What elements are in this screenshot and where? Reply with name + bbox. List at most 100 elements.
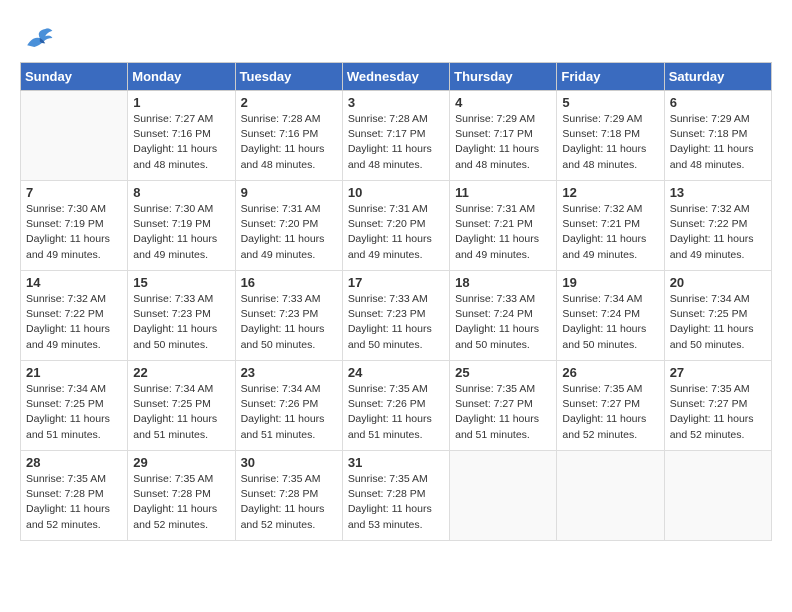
calendar-cell: 14 Sunrise: 7:32 AMSunset: 7:22 PMDayligh…	[21, 271, 128, 361]
calendar-week-row: 14 Sunrise: 7:32 AMSunset: 7:22 PMDayligh…	[21, 271, 772, 361]
day-info: Sunrise: 7:34 AMSunset: 7:26 PMDaylight:…	[241, 382, 337, 443]
day-number: 20	[670, 275, 766, 290]
day-number: 8	[133, 185, 229, 200]
day-number: 9	[241, 185, 337, 200]
day-number: 16	[241, 275, 337, 290]
calendar-cell: 23 Sunrise: 7:34 AMSunset: 7:26 PMDayligh…	[235, 361, 342, 451]
day-info: Sunrise: 7:35 AMSunset: 7:27 PMDaylight:…	[670, 382, 766, 443]
calendar-week-row: 1Sunrise: 7:27 AMSunset: 7:16 PMDaylight…	[21, 91, 772, 181]
day-info: Sunrise: 7:30 AMSunset: 7:19 PMDaylight:…	[133, 202, 229, 263]
day-number: 27	[670, 365, 766, 380]
calendar-cell: 3 Sunrise: 7:28 AMSunset: 7:17 PMDaylight…	[342, 91, 449, 181]
calendar-week-row: 28 Sunrise: 7:35 AMSunset: 7:28 PMDayligh…	[21, 451, 772, 541]
calendar-cell: 20 Sunrise: 7:34 AMSunset: 7:25 PMDayligh…	[664, 271, 771, 361]
day-number: 19	[562, 275, 658, 290]
day-info: Sunrise: 7:29 AMSunset: 7:17 PMDaylight:…	[455, 112, 551, 173]
calendar-cell: 30 Sunrise: 7:35 AMSunset: 7:28 PMDayligh…	[235, 451, 342, 541]
page-header	[20, 20, 772, 56]
calendar-cell: 10 Sunrise: 7:31 AMSunset: 7:20 PMDayligh…	[342, 181, 449, 271]
calendar-cell: 28Sunrise: 7:35 AMSunset: 7:28 PMDayligh…	[21, 451, 128, 541]
day-number: 7	[26, 185, 122, 200]
day-number: 17	[348, 275, 444, 290]
day-info: Sunrise: 7:31 AMSunset: 7:21 PMDaylight:…	[455, 202, 551, 263]
day-info: Sunrise: 7:35 AMSunset: 7:27 PMDaylight:…	[455, 382, 551, 443]
day-number: 12	[562, 185, 658, 200]
day-info: Sunrise: 7:30 AMSunset: 7:19 PMDaylight:…	[26, 202, 122, 263]
day-number: 5	[562, 95, 658, 110]
day-number: 23	[241, 365, 337, 380]
calendar-cell: 17 Sunrise: 7:33 AMSunset: 7:23 PMDayligh…	[342, 271, 449, 361]
calendar-cell: 26 Sunrise: 7:35 AMSunset: 7:27 PMDayligh…	[557, 361, 664, 451]
day-number: 14	[26, 275, 122, 290]
day-number: 24	[348, 365, 444, 380]
day-info: Sunrise: 7:29 AMSunset: 7:18 PMDaylight:…	[562, 112, 658, 173]
calendar-cell: 7 Sunrise: 7:30 AMSunset: 7:19 PMDaylight…	[21, 181, 128, 271]
day-info: Sunrise: 7:33 AMSunset: 7:23 PMDaylight:…	[241, 292, 337, 353]
day-number: 31	[348, 455, 444, 470]
day-info: Sunrise: 7:35 AMSunset: 7:28 PMDaylight:…	[133, 472, 229, 533]
day-number: 10	[348, 185, 444, 200]
calendar-table: SundayMondayTuesdayWednesdayThursdayFrid…	[20, 62, 772, 541]
day-number: 3	[348, 95, 444, 110]
day-number: 26	[562, 365, 658, 380]
day-number: 22	[133, 365, 229, 380]
day-info: Sunrise: 7:34 AMSunset: 7:25 PMDaylight:…	[670, 292, 766, 353]
day-number: 30	[241, 455, 337, 470]
day-number: 28	[26, 455, 122, 470]
day-info: Sunrise: 7:31 AMSunset: 7:20 PMDaylight:…	[348, 202, 444, 263]
day-number: 2	[241, 95, 337, 110]
day-number: 25	[455, 365, 551, 380]
logo-icon	[20, 20, 56, 56]
day-info: Sunrise: 7:35 AMSunset: 7:28 PMDaylight:…	[241, 472, 337, 533]
calendar-cell	[450, 451, 557, 541]
day-number: 15	[133, 275, 229, 290]
calendar-cell	[21, 91, 128, 181]
calendar-cell: 29 Sunrise: 7:35 AMSunset: 7:28 PMDayligh…	[128, 451, 235, 541]
weekday-header-sunday: Sunday	[21, 63, 128, 91]
calendar-cell: 19 Sunrise: 7:34 AMSunset: 7:24 PMDayligh…	[557, 271, 664, 361]
calendar-cell: 18 Sunrise: 7:33 AMSunset: 7:24 PMDayligh…	[450, 271, 557, 361]
day-info: Sunrise: 7:33 AMSunset: 7:23 PMDaylight:…	[348, 292, 444, 353]
calendar-cell: 31 Sunrise: 7:35 AMSunset: 7:28 PMDayligh…	[342, 451, 449, 541]
day-info: Sunrise: 7:35 AMSunset: 7:28 PMDaylight:…	[348, 472, 444, 533]
day-number: 4	[455, 95, 551, 110]
calendar-cell: 15Sunrise: 7:33 AMSunset: 7:23 PMDayligh…	[128, 271, 235, 361]
day-info: Sunrise: 7:29 AMSunset: 7:18 PMDaylight:…	[670, 112, 766, 173]
day-info: Sunrise: 7:34 AMSunset: 7:24 PMDaylight:…	[562, 292, 658, 353]
day-info: Sunrise: 7:32 AMSunset: 7:22 PMDaylight:…	[26, 292, 122, 353]
calendar-cell: 4 Sunrise: 7:29 AMSunset: 7:17 PMDaylight…	[450, 91, 557, 181]
calendar-cell: 2Sunrise: 7:28 AMSunset: 7:16 PMDaylight…	[235, 91, 342, 181]
day-info: Sunrise: 7:32 AMSunset: 7:22 PMDaylight:…	[670, 202, 766, 263]
calendar-cell: 27 Sunrise: 7:35 AMSunset: 7:27 PMDayligh…	[664, 361, 771, 451]
day-info: Sunrise: 7:34 AMSunset: 7:25 PMDaylight:…	[133, 382, 229, 443]
day-number: 29	[133, 455, 229, 470]
day-info: Sunrise: 7:33 AMSunset: 7:24 PMDaylight:…	[455, 292, 551, 353]
day-info: Sunrise: 7:31 AMSunset: 7:20 PMDaylight:…	[241, 202, 337, 263]
day-number: 21	[26, 365, 122, 380]
weekday-header-wednesday: Wednesday	[342, 63, 449, 91]
day-info: Sunrise: 7:35 AMSunset: 7:27 PMDaylight:…	[562, 382, 658, 443]
calendar-week-row: 21 Sunrise: 7:34 AMSunset: 7:25 PMDayligh…	[21, 361, 772, 451]
calendar-cell: 11 Sunrise: 7:31 AMSunset: 7:21 PMDayligh…	[450, 181, 557, 271]
calendar-cell: 22 Sunrise: 7:34 AMSunset: 7:25 PMDayligh…	[128, 361, 235, 451]
day-number: 13	[670, 185, 766, 200]
calendar-cell: 9 Sunrise: 7:31 AMSunset: 7:20 PMDaylight…	[235, 181, 342, 271]
weekday-header-row: SundayMondayTuesdayWednesdayThursdayFrid…	[21, 63, 772, 91]
day-number: 1	[133, 95, 229, 110]
weekday-header-saturday: Saturday	[664, 63, 771, 91]
calendar-cell: 21 Sunrise: 7:34 AMSunset: 7:25 PMDayligh…	[21, 361, 128, 451]
weekday-header-thursday: Thursday	[450, 63, 557, 91]
calendar-cell: 8 Sunrise: 7:30 AMSunset: 7:19 PMDaylight…	[128, 181, 235, 271]
day-number: 11	[455, 185, 551, 200]
calendar-cell: 12 Sunrise: 7:32 AMSunset: 7:21 PMDayligh…	[557, 181, 664, 271]
day-number: 18	[455, 275, 551, 290]
calendar-cell: 25 Sunrise: 7:35 AMSunset: 7:27 PMDayligh…	[450, 361, 557, 451]
calendar-cell	[664, 451, 771, 541]
calendar-cell: 24Sunrise: 7:35 AMSunset: 7:26 PMDayligh…	[342, 361, 449, 451]
day-info: Sunrise: 7:32 AMSunset: 7:21 PMDaylight:…	[562, 202, 658, 263]
calendar-cell: 13 Sunrise: 7:32 AMSunset: 7:22 PMDayligh…	[664, 181, 771, 271]
calendar-cell: 16 Sunrise: 7:33 AMSunset: 7:23 PMDayligh…	[235, 271, 342, 361]
day-info: Sunrise: 7:34 AMSunset: 7:25 PMDaylight:…	[26, 382, 122, 443]
calendar-cell	[557, 451, 664, 541]
day-info: Sunrise: 7:28 AMSunset: 7:17 PMDaylight:…	[348, 112, 444, 173]
